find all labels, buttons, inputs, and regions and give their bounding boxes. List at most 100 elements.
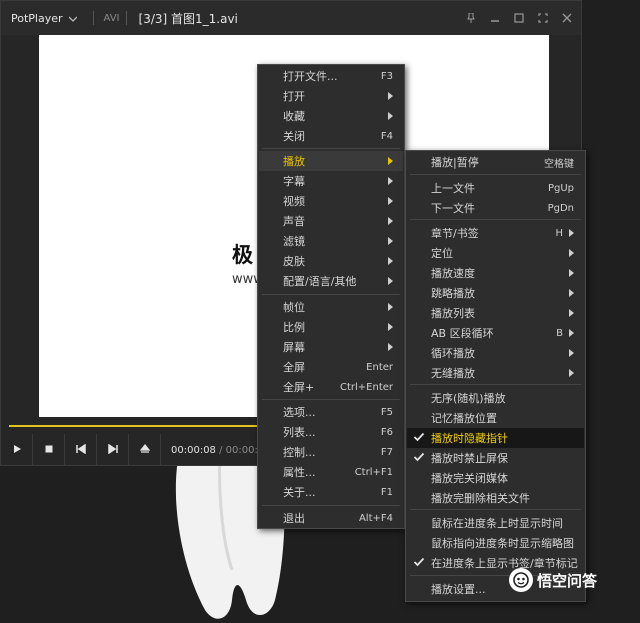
next-button[interactable] — [97, 434, 129, 466]
maximize-icon[interactable] — [513, 12, 525, 24]
menu-item[interactable]: 退出 Alt+F4 — [259, 508, 403, 528]
title-divider — [92, 11, 94, 25]
menu-item-label: 循环播放 — [431, 347, 475, 360]
menu-item[interactable]: 字幕 — [259, 171, 403, 191]
menu-item-label: 鼠标指向进度条时显示缩略图 — [431, 537, 574, 550]
chevron-right-icon — [388, 177, 393, 185]
menu-item[interactable]: 上一文件 PgUp — [407, 178, 584, 198]
checkmark-icon — [413, 556, 425, 568]
menu-item[interactable]: 列表... F6 — [259, 422, 403, 442]
app-name: PotPlayer — [11, 11, 63, 25]
menu-item[interactable]: AB 区段循环 B — [407, 323, 584, 343]
menu-item-label: 控制... — [283, 446, 316, 459]
menu-item-shortcut: F7 — [380, 446, 393, 458]
menu-item-label: 记忆播放位置 — [431, 412, 497, 425]
eject-button[interactable] — [129, 434, 161, 466]
menu-item[interactable]: 下一文件 PgDn — [407, 198, 584, 218]
menu-item[interactable]: 屏幕 — [259, 337, 403, 357]
menu-separator — [410, 174, 581, 175]
chevron-right-icon — [388, 197, 393, 205]
previous-button[interactable] — [65, 434, 97, 466]
menu-item-label: 选项... — [283, 406, 316, 419]
menu-item-label: 跳略播放 — [431, 287, 475, 300]
menu-item[interactable]: 比例 — [259, 317, 403, 337]
menu-item[interactable]: 播放完删除相关文件 — [407, 488, 584, 508]
chevron-right-icon — [388, 217, 393, 225]
menu-item[interactable]: 章节/书签 H — [407, 223, 584, 243]
menu-item[interactable]: 全屏 Enter — [259, 357, 403, 377]
menu-item[interactable]: 播放时隐藏指针 — [407, 428, 584, 448]
menu-item-label: 播放列表 — [431, 307, 475, 320]
menu-item[interactable]: 视频 — [259, 191, 403, 211]
fullscreen-icon[interactable] — [537, 12, 549, 24]
menu-item-label: 播放完删除相关文件 — [431, 492, 530, 505]
menu-item[interactable]: 打开文件... F3 — [259, 66, 403, 86]
menu-item-label: 无缝播放 — [431, 367, 475, 380]
menu-item[interactable]: 播放 — [259, 151, 403, 171]
menu-item-label: 播放完关闭媒体 — [431, 472, 508, 485]
menu-item[interactable]: 鼠标在进度条上时显示时间 — [407, 513, 584, 533]
chevron-right-icon — [569, 309, 574, 317]
minimize-icon[interactable] — [489, 12, 501, 24]
menu-item[interactable]: 播放时禁止屏保 — [407, 448, 584, 468]
menu-item-shortcut: F1 — [380, 486, 393, 498]
menu-item[interactable]: 无序(随机)播放 — [407, 388, 584, 408]
menu-item[interactable]: 打开 — [259, 86, 403, 106]
menu-item[interactable]: 记忆播放位置 — [407, 408, 584, 428]
close-icon[interactable] — [561, 12, 573, 24]
menu-item[interactable]: 滤镜 — [259, 231, 403, 251]
menu-item[interactable]: 无缝播放 — [407, 363, 584, 383]
menu-item[interactable]: 关于... F1 — [259, 482, 403, 502]
menu-item[interactable]: 皮肤 — [259, 251, 403, 271]
menu-item-shortcut: Enter — [366, 361, 393, 373]
menu-item[interactable]: 声音 — [259, 211, 403, 231]
menu-item-label: 视频 — [283, 195, 305, 208]
window-title: [3/3] 首图1_1.avi — [138, 11, 238, 26]
skip-back-icon — [75, 443, 86, 457]
menu-separator — [410, 219, 581, 220]
menu-item-label: 屏幕 — [283, 341, 305, 354]
video-headline: 极 — [232, 243, 253, 267]
chevron-right-icon — [569, 329, 574, 337]
app-menu-button[interactable]: PotPlayer — [1, 1, 87, 35]
play-button[interactable] — [1, 434, 33, 466]
menu-item[interactable]: 播放|暂停 空格键 — [407, 152, 584, 172]
menu-item[interactable]: 全屏+ Ctrl+Enter — [259, 377, 403, 397]
menu-item-label: 皮肤 — [283, 255, 305, 268]
menu-item[interactable]: 选项... F5 — [259, 402, 403, 422]
time-display: 00:00:08 / 00:00:0 — [171, 445, 264, 456]
menu-item[interactable]: 鼠标指向进度条时显示缩略图 — [407, 533, 584, 553]
title-divider — [125, 11, 127, 25]
menu-item[interactable]: 播放完关闭媒体 — [407, 468, 584, 488]
menu-item-label: 章节/书签 — [431, 227, 479, 240]
watermark: 悟空问答 — [509, 568, 597, 592]
stop-button[interactable] — [33, 434, 65, 466]
current-time: 00:00:08 — [171, 444, 216, 456]
menu-item[interactable]: 配置/语言/其他 — [259, 271, 403, 291]
skip-forward-icon — [107, 443, 118, 457]
menu-item[interactable]: 循环播放 — [407, 343, 584, 363]
menu-item[interactable]: 控制... F7 — [259, 442, 403, 462]
chevron-right-icon — [569, 249, 574, 257]
menu-item[interactable]: 跳略播放 — [407, 283, 584, 303]
menu-item[interactable]: 帧位 — [259, 297, 403, 317]
menu-item[interactable]: 属性... Ctrl+F1 — [259, 462, 403, 482]
menu-item-label: 属性... — [283, 466, 316, 479]
menu-item[interactable]: 播放速度 — [407, 263, 584, 283]
menu-item-shortcut: F4 — [380, 130, 393, 142]
menu-item[interactable]: 播放列表 — [407, 303, 584, 323]
menu-item-shortcut: Alt+F4 — [358, 512, 393, 524]
menu-item[interactable]: 关闭 F4 — [259, 126, 403, 146]
menu-item[interactable]: 定位 — [407, 243, 584, 263]
chevron-right-icon — [569, 369, 574, 377]
pin-icon[interactable] — [465, 12, 477, 24]
menu-item-label: 无序(随机)播放 — [431, 392, 506, 405]
chevron-right-icon — [388, 303, 393, 311]
menu-item-label: 播放时禁止屏保 — [431, 452, 508, 465]
watermark-text: 悟空问答 — [537, 571, 598, 590]
menu-item-shortcut: F5 — [380, 406, 393, 418]
menu-item-label: 字幕 — [283, 175, 305, 188]
menu-item-label: 定位 — [431, 247, 453, 260]
menu-item[interactable]: 收藏 — [259, 106, 403, 126]
chevron-down-icon — [68, 12, 77, 25]
